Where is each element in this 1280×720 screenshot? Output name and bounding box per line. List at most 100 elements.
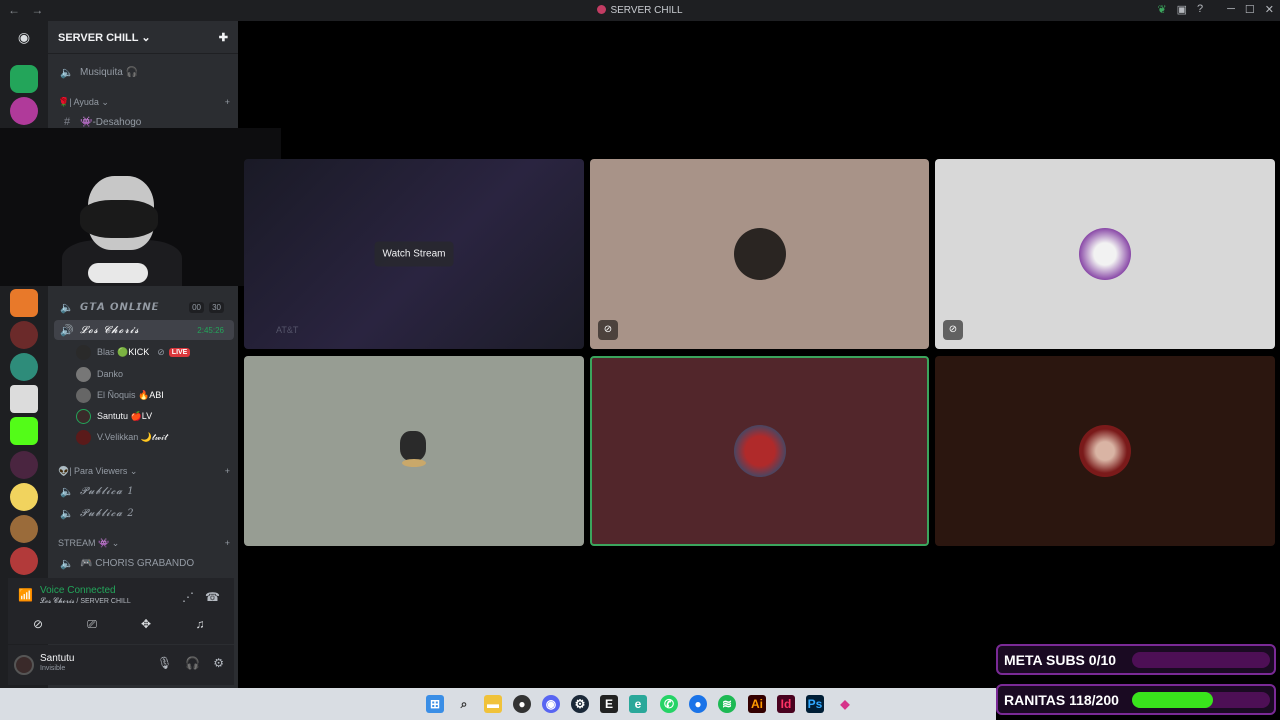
taskbar: ⊞ ⌕ ▬ ● ◉ ⚙ E e ✆ ● ≋ Ai Id Ps ◆ [0,688,996,720]
participant-tile[interactable] [244,356,584,546]
user-count: 00 [189,301,204,313]
microphone-icon[interactable]: 🎙 [157,656,172,670]
guild-header[interactable]: SERVER CHILL ⌄ ✚ [48,21,238,54]
steam-icon[interactable]: ⚙ [571,695,589,713]
start-menu-icon[interactable]: ⊞ [426,695,444,713]
channel-publica-1[interactable]: 🔈 𝓟𝓾𝓫𝓵𝓲𝓬𝓪 1 [54,481,234,501]
member-tag: 🔥ABI [138,389,164,400]
soundboard-button[interactable]: ♫ [175,617,225,637]
server-icon-frog[interactable] [10,97,38,125]
channel-label: Musiquita 🎧 [80,66,139,78]
server-icon-kick[interactable] [10,417,38,445]
participant-tile[interactable]: ⊘ [935,159,1275,349]
category-para-viewers[interactable]: 👽| Para Viewers ⌄ + [58,466,230,477]
add-channel-icon[interactable]: + [225,466,230,477]
window-title: SERVER CHILL [0,5,1280,16]
epic-games-icon[interactable]: E [600,695,618,713]
server-icon-orange[interactable] [10,289,38,317]
watch-stream-button[interactable]: Watch Stream [374,241,454,267]
disconnect-icon[interactable]: ☎ [205,590,220,604]
camera-off-button[interactable]: ⊘ [13,617,63,637]
participant-tile[interactable]: ⊘ [590,159,929,349]
add-channel-icon[interactable]: + [225,97,230,108]
illustrator-icon[interactable]: Ai [748,695,766,713]
avatar [76,429,91,445]
muted-mic-icon: ⊘ [943,320,963,340]
indesign-icon[interactable]: Id [777,695,795,713]
category-stream[interactable]: STREAM 👾 ⌄ + [58,538,230,549]
obs-icon[interactable]: ● [513,695,531,713]
gear-icon[interactable]: ⚙ [213,656,224,670]
browser-icon[interactable]: ● [689,695,707,713]
file-explorer-icon[interactable]: ▬ [484,695,502,713]
edge-icon[interactable]: e [629,695,647,713]
voice-member[interactable]: Danko [76,365,123,383]
spotify-icon[interactable]: ≋ [718,695,736,713]
server-icon-dark[interactable] [10,451,38,479]
help-icon[interactable]: ? [1197,3,1203,16]
server-icon-green[interactable] [10,65,38,93]
member-name: Danko [97,369,124,379]
goal-label: META SUBS 0/10 [1004,652,1117,668]
channel-los-choris[interactable]: 🔊 𝓛𝓸𝓼 𝓒𝓱𝓸𝓻𝓲𝓼 2:45:26 [54,320,234,340]
ranitas-goal: RANITAS 118/200 [996,684,1276,715]
goal-progress-fill [1132,692,1214,708]
webcam-guitar [88,263,148,283]
voice-member[interactable]: V.Velikkan 🌙𝓉𝓌𝒾𝓉 [76,428,167,446]
channel-label: 𝓛𝓸𝓼 𝓒𝓱𝓸𝓻𝓲𝓼 [80,324,140,336]
voice-location[interactable]: 𝓛𝓸𝓼 𝓒𝓱𝓸𝓻𝓲𝓼 / SERVER CHILL [40,598,131,606]
discord-icon[interactable]: ◉ [542,695,560,713]
server-icon-keys[interactable] [10,385,38,413]
server-icon-eye[interactable] [10,353,38,381]
signal-icon: 📶 [18,588,33,602]
server-icon-colors[interactable] [10,515,38,543]
goal-track [1132,692,1270,708]
close-icon[interactable]: ✕ [1265,3,1274,16]
headphones-icon[interactable]: 🎧 [185,656,200,670]
webcam-overlay [0,128,281,286]
discord-home-icon[interactable]: ◉ [11,29,37,47]
avatar [76,408,91,424]
noise-suppression-icon[interactable]: ⋰ [182,590,194,604]
channel-choris-grabando[interactable]: 🔈 🎮 CHORIS GRABANDO [54,553,234,573]
search-icon[interactable]: ⌕ [455,695,473,713]
stream-tile[interactable]: AT&T Watch Stream [244,159,584,349]
user-avatar[interactable] [14,655,34,675]
speaker-icon: 🔈 [60,485,74,498]
minimize-icon[interactable]: ─ [1227,3,1235,16]
category-label: 👽| Para Viewers ⌄ [58,466,138,476]
server-icon-avatar[interactable] [10,321,38,349]
add-member-icon[interactable]: ✚ [219,31,228,44]
user-name[interactable]: Santutu [40,653,74,664]
server-icon-yellow[interactable] [10,483,38,511]
title-bar: ← → SERVER CHILL ❦ ▣ ? ─ ☐ ✕ [0,0,1280,21]
member-name: Santutu [97,411,129,421]
voice-member[interactable]: El Ñoquis 🔥ABI [76,386,164,404]
speaker-icon: 🔈 [60,301,74,314]
share-screen-button[interactable]: ⎚ [67,617,117,637]
channel-publica-2[interactable]: 🔈 𝓟𝓾𝓫𝓵𝓲𝓬𝓪 2 [54,503,234,523]
maximize-icon[interactable]: ☐ [1245,3,1255,16]
channel-gta-online[interactable]: 🔈 𝙂𝙏𝘼 𝙊𝙉𝙇𝙄𝙉𝙀 00 30 [54,297,234,317]
nitro-leaf-icon[interactable]: ❦ [1157,3,1166,16]
channel-label: 🎮 CHORIS GRABANDO [80,557,195,569]
add-channel-icon[interactable]: + [225,538,230,549]
participant-tile-speaking[interactable] [590,356,929,546]
voice-member[interactable]: Blas 🟢KICK ⊘ LIVE [76,343,191,361]
participant-tile[interactable] [935,356,1275,546]
voice-member[interactable]: Santutu 🍎LV [76,407,152,425]
channel-label: 👾-Desahogo [80,116,142,128]
whatsapp-icon[interactable]: ✆ [660,695,678,713]
avatar [76,344,91,360]
activities-button[interactable]: ✥ [121,617,171,637]
category-ayuda[interactable]: 🌹| Ayuda ⌄ + [58,97,230,108]
server-icon-red[interactable] [10,547,38,575]
call-timer: 2:45:26 [197,325,224,335]
app-icon[interactable]: ◆ [836,695,854,713]
photoshop-icon[interactable]: Ps [806,695,824,713]
inbox-icon[interactable]: ▣ [1177,3,1187,16]
user-status: Invisible [40,665,66,672]
channel-musiquita[interactable]: 🔈 Musiquita 🎧 [54,62,234,82]
muted-icon: ⊘ [157,346,165,357]
voice-status[interactable]: Voice Connected [40,585,116,596]
